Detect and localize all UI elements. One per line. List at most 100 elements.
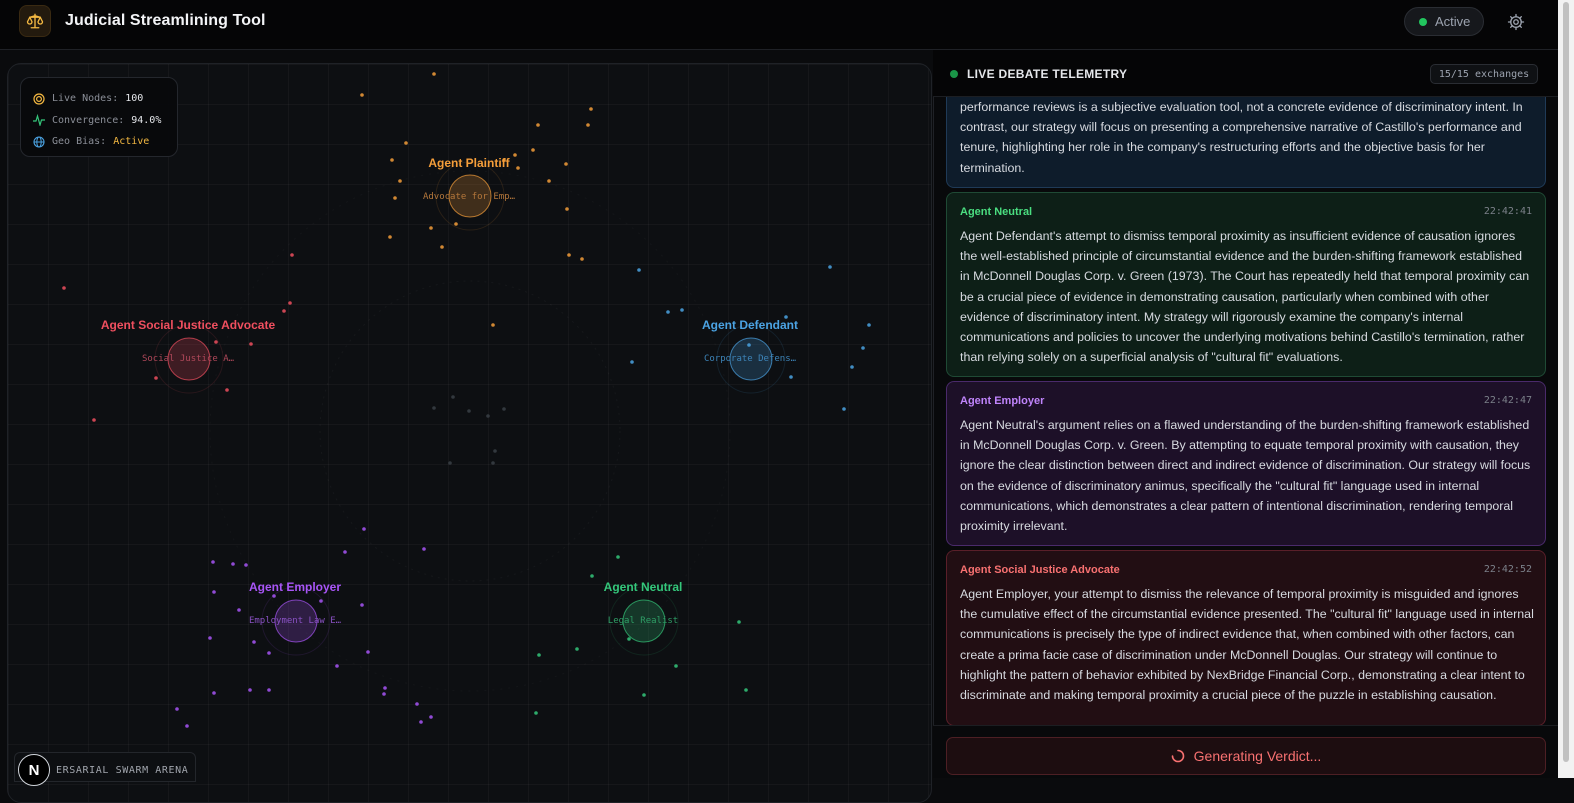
swarm-particle [580,257,584,261]
agent-neutral-label: Agent Neutral [603,580,683,594]
swarm-particle [590,574,594,578]
swarm-particle [343,550,347,554]
arena-caption: ERSARIAL SWARM ARENA [56,765,189,776]
agent-defendant-label: Agent Defendant [702,318,798,332]
swarm-particle [398,179,402,183]
globe-icon [33,136,45,148]
swarm-particle [244,563,248,567]
swarm-particle [564,162,568,166]
swarm-particle [388,235,392,239]
swarm-particle [451,395,455,399]
swarm-particle [666,310,670,314]
swarm-particle [486,414,490,418]
swarm-particle [589,107,593,111]
swarm-particle [237,608,241,612]
stats-overlay: Live Nodes: 100 Convergence: 94.0% Geo B… [20,77,178,157]
gear-icon[interactable] [1505,11,1527,33]
swarm-particle [674,664,678,668]
exchange-counter: 15/15 exchanges [1430,64,1538,84]
swarm-particle [335,664,339,668]
swarm-particle [282,309,286,313]
swarm-particle [567,253,571,257]
message-text: Agent Defendant's attempt to dismiss tem… [960,229,1530,365]
swarm-particle [249,342,253,346]
swarm-particle [432,72,436,76]
swarm-particle [267,688,271,692]
app-title: Judicial Streamlining Tool [65,12,266,29]
swarm-particle [175,707,179,711]
message-card-social-justice: Agent Social Justice Advocate 22:42:52 A… [946,550,1546,726]
swarm-particle [861,346,865,350]
swarm-particle [513,153,517,157]
swarm-particle [212,590,216,594]
verdict-label: Generating Verdict... [1193,748,1322,764]
swarm-particle [383,686,387,690]
swarm-particle [422,547,426,551]
swarm-particle [440,245,444,249]
swarm-particle [62,286,66,290]
swarm-particle [360,93,364,97]
swarm-particle [547,179,551,183]
swarm-particle [586,123,590,127]
swarm-particle [565,207,569,211]
stat-convergence: Convergence: 94.0% [33,110,165,132]
agent-employer-label: Agent Employer [248,580,342,594]
swarm-particle [454,222,458,226]
swarm-particle [842,407,846,411]
scales-icon [19,5,51,37]
message-card-employer: Agent Employer 22:42:47 Agent Neutral's … [946,381,1546,546]
activity-icon [33,114,45,127]
swarm-particle [393,196,397,200]
agent-social-justice-label: Agent Social Justice Advocate [100,318,276,332]
swarm-particle [429,715,433,719]
swarm-particle [290,253,294,257]
swarm-particle [362,527,366,531]
swarm-particle [154,376,158,380]
agent-neutral-role: Legal Realist [607,616,679,626]
swarm-particle [448,461,452,465]
message-agent: Agent Employer [960,395,1045,407]
swarm-particle [404,141,408,145]
agent-plaintiff-role: Advocate for Emp… [422,192,516,202]
swarm-particle [390,158,394,162]
agent-plaintiff-label: Agent Plaintiff [428,156,510,170]
message-time: 22:42:41 [1483,206,1532,217]
status-badge: Active [1404,7,1484,36]
message-text: Agent Employer, your attempt to dismiss … [960,587,1534,703]
swarm-particle [493,449,497,453]
swarm-particle [502,407,506,411]
orbit-ring [319,280,621,582]
message-text: Agent Neutral's argument relies on a fla… [960,418,1531,534]
swarm-particle [491,323,495,327]
telemetry-title: LIVE DEBATE TELEMETRY [967,67,1128,81]
swarm-particle [642,693,646,697]
swarm-particle [211,560,215,564]
swarm-particle [231,562,235,566]
swarm-particle [432,406,436,410]
swarm-particle [382,692,386,696]
swarm-particle [467,409,471,413]
status-label: Active [1435,14,1471,29]
swarm-particle [360,603,364,607]
message-agent: Agent Neutral [960,206,1033,218]
swarm-particle [366,650,370,654]
spinner-icon [1171,749,1185,763]
swarm-particle [429,226,433,230]
message-text: performance reviews is a subjective eval… [960,100,1523,175]
swarm-particle [225,388,229,392]
swarm-arena[interactable] [7,63,932,803]
swarm-particle [208,636,212,640]
swarm-particle [516,166,520,170]
swarm-particle [575,647,579,651]
swarm-particle [828,265,832,269]
n-logo-icon[interactable]: N [18,754,50,786]
swarm-particle [537,653,541,657]
swarm-particle [616,555,620,559]
generating-verdict-button[interactable]: Generating Verdict... [946,737,1546,775]
scrollbar-thumb[interactable] [1563,2,1569,762]
agent-social-justice-role: Social Justice A… [141,354,235,364]
message-time: 22:42:52 [1483,564,1532,575]
swarm-particle [637,268,641,272]
message-time: 22:42:47 [1483,395,1532,406]
swarm-particle [267,651,271,655]
